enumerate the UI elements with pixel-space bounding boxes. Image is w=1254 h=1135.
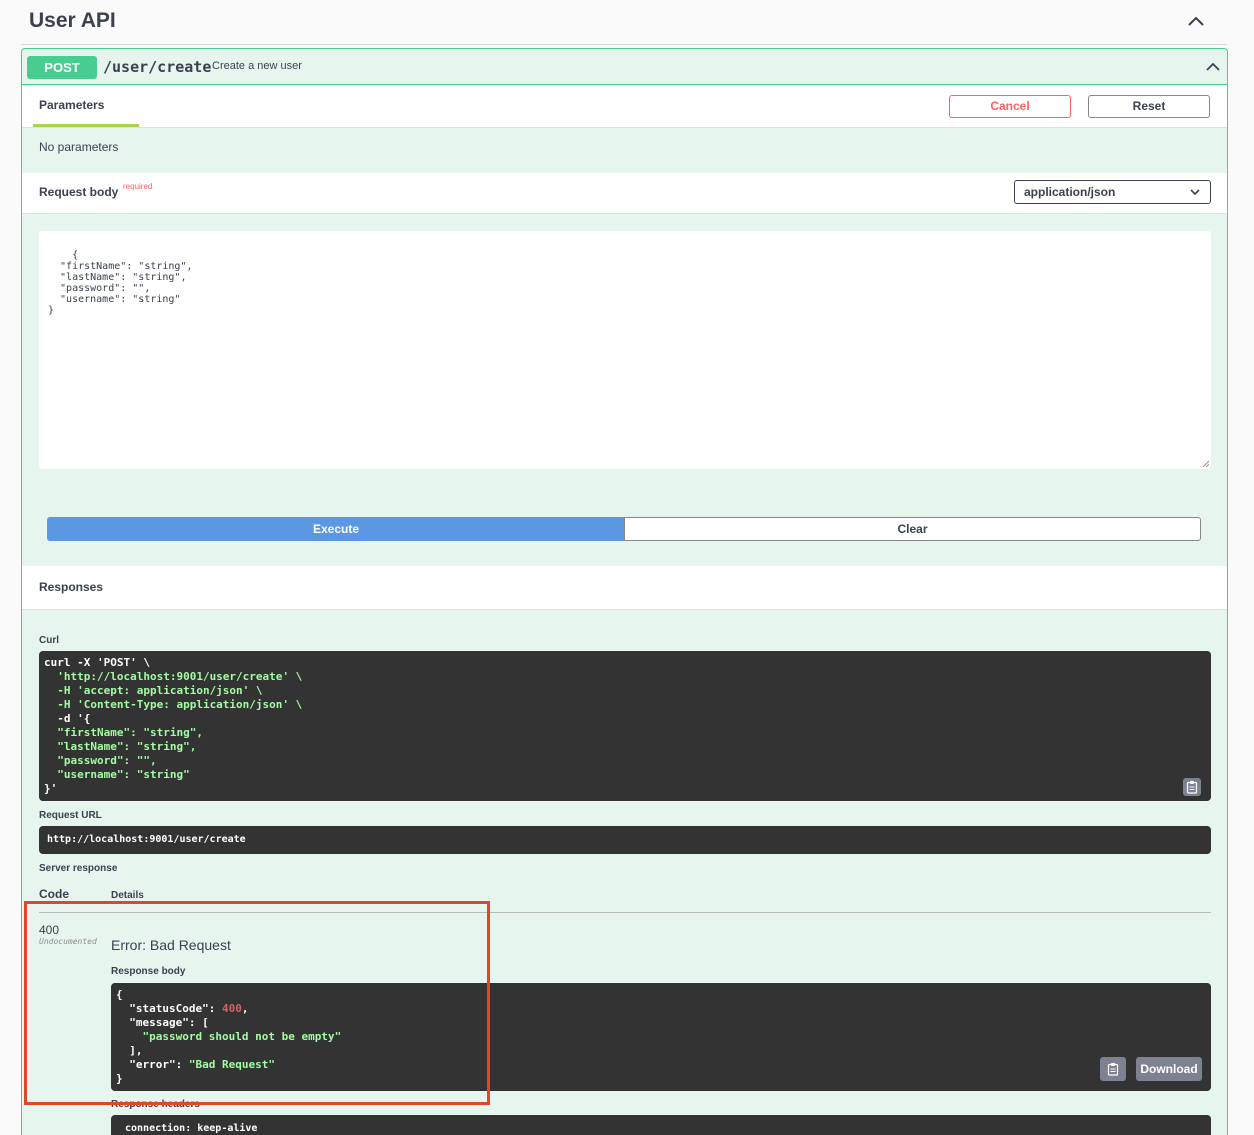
- highlight-annotation: [24, 901, 490, 1105]
- content-type-value: application/json: [1024, 185, 1116, 199]
- cancel-button[interactable]: Cancel: [949, 95, 1071, 118]
- operation-description: Create a new user: [212, 60, 302, 72]
- chevron-up-icon[interactable]: [1203, 57, 1223, 77]
- chevron-down-icon: [1190, 189, 1200, 196]
- execute-button[interactable]: Execute: [47, 517, 625, 541]
- curl-line: "firstName": "string",: [44, 726, 203, 739]
- request-body-header: Request body required application/json: [22, 173, 1227, 214]
- section-divider: [21, 44, 1227, 45]
- content-type-select[interactable]: application/json: [1014, 180, 1211, 204]
- copy-response-button[interactable]: [1100, 1057, 1126, 1081]
- curl-line: -H 'Content-Type: application/json' \: [44, 698, 303, 711]
- clear-button[interactable]: Clear: [624, 517, 1201, 541]
- curl-line: curl -X 'POST' \: [44, 656, 150, 669]
- curl-line: "password": "",: [44, 754, 157, 767]
- operation-path: /user/create: [103, 58, 212, 76]
- section-header[interactable]: User API: [0, 0, 1254, 44]
- clipboard-icon: [1186, 781, 1198, 794]
- method-badge: POST: [27, 56, 97, 79]
- section-title: User API: [29, 9, 116, 32]
- reset-button[interactable]: Reset: [1088, 95, 1210, 118]
- response-headers-code: connection: keep-alive: [111, 1115, 1211, 1135]
- parameters-header: Parameters Cancel Reset: [22, 86, 1227, 128]
- download-button[interactable]: Download: [1136, 1057, 1202, 1081]
- responses-header: Responses: [22, 566, 1227, 610]
- request-body-editor[interactable]: { "firstName": "string", "lastName": "st…: [39, 231, 1211, 469]
- curl-line: -d '{: [44, 712, 91, 725]
- chevron-up-icon[interactable]: [1184, 10, 1208, 34]
- curl-line: "username": "string": [44, 768, 190, 781]
- request-url-value: http://localhost:9001/user/create: [39, 826, 1211, 854]
- clipboard-icon: [1107, 1063, 1119, 1076]
- code-column-header: Code: [39, 887, 69, 901]
- copy-curl-button[interactable]: [1183, 778, 1201, 796]
- curl-line: }': [44, 782, 58, 795]
- execute-button-group: Execute Clear: [47, 517, 1202, 541]
- responses-title: Responses: [39, 580, 104, 594]
- request-body-title: Request body: [39, 185, 119, 199]
- operation-summary[interactable]: POST /user/create Create a new user: [22, 49, 1227, 85]
- request-body-value: { "firstName": "string", "lastName": "st…: [48, 250, 193, 316]
- tab-active-indicator: [33, 124, 139, 127]
- resize-grip-icon[interactable]: [1202, 460, 1209, 467]
- curl-line: -H 'accept: application/json' \: [44, 684, 263, 697]
- request-url-label: Request URL: [39, 810, 102, 821]
- curl-label: Curl: [39, 635, 59, 646]
- curl-code-block: curl -X 'POST' \ 'http://localhost:9001/…: [39, 651, 1211, 801]
- tab-parameters[interactable]: Parameters: [39, 98, 104, 112]
- no-parameters-text: No parameters: [39, 140, 119, 154]
- server-response-label: Server response: [39, 863, 118, 874]
- required-label: required: [123, 182, 153, 191]
- curl-line: "lastName": "string",: [44, 740, 197, 753]
- details-column-header: Details: [111, 890, 144, 901]
- curl-line: 'http://localhost:9001/user/create' \: [44, 670, 303, 683]
